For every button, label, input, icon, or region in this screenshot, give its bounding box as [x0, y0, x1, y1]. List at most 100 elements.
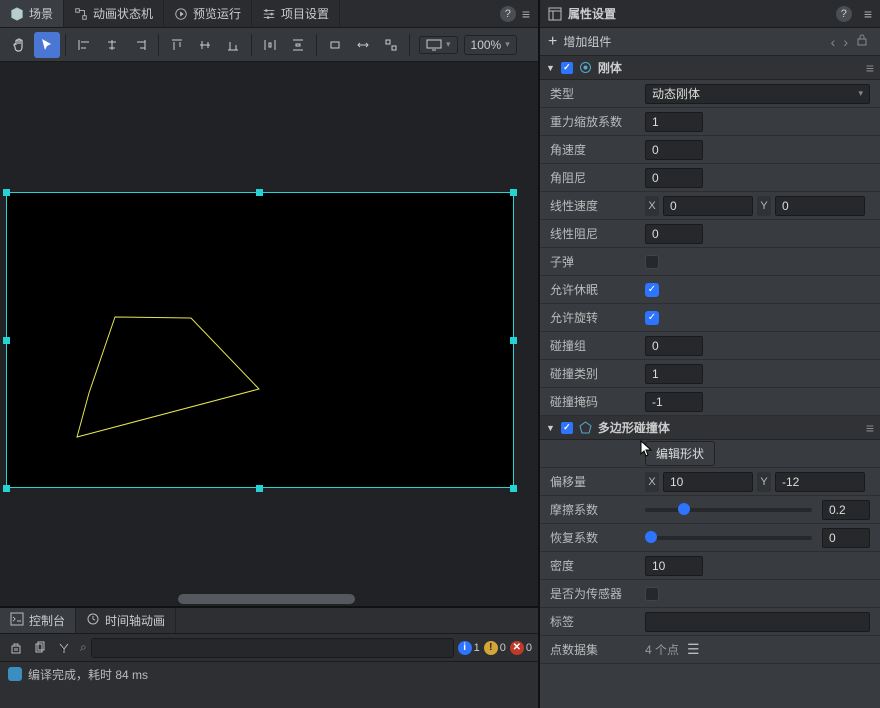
zoom-dropdown[interactable]: 100% ▾	[464, 35, 517, 55]
align-left[interactable]	[71, 32, 97, 58]
add-component-icon[interactable]: +	[548, 33, 557, 51]
handle-br[interactable]	[510, 485, 517, 492]
tab-scene[interactable]: 场景	[0, 0, 64, 27]
tab-console[interactable]: 控制台	[0, 608, 76, 633]
info-badge[interactable]: i1	[458, 641, 480, 655]
tag-label: 标签	[550, 613, 645, 630]
cat-input[interactable]	[645, 364, 703, 384]
console-copy[interactable]	[30, 638, 50, 658]
search-icon: ⌕	[80, 640, 87, 655]
handle-bc[interactable]	[256, 485, 263, 492]
section-rigidbody[interactable]: ▼ ✓ 刚体 ≡	[540, 56, 880, 80]
hand-tool[interactable]	[6, 32, 32, 58]
console-message: 编译完成，耗时 84 ms	[28, 666, 148, 683]
inspector-help[interactable]: ?	[836, 6, 852, 22]
sensor-checkbox[interactable]	[645, 587, 659, 601]
friction-slider[interactable]	[645, 508, 812, 512]
gravity-input[interactable]	[645, 112, 703, 132]
size-height[interactable]	[350, 32, 376, 58]
handle-mr[interactable]	[510, 337, 517, 344]
align-bottom[interactable]	[220, 32, 246, 58]
display-mode-dropdown[interactable]: ▾	[419, 36, 458, 54]
inspector-icon	[548, 7, 562, 21]
size-width[interactable]	[322, 32, 348, 58]
align-right[interactable]	[127, 32, 153, 58]
group-input[interactable]	[645, 336, 703, 356]
section-polycollider[interactable]: ▼ ✓ 多边形碰撞体 ≡	[540, 416, 880, 440]
list-icon[interactable]: ☰	[687, 641, 700, 658]
type-dropdown[interactable]: 动态刚体▾	[645, 84, 870, 104]
linvel-x-input[interactable]	[663, 196, 753, 216]
density-input[interactable]	[645, 556, 703, 576]
viewport-hscroll[interactable]	[178, 594, 356, 604]
angdamp-label: 角阻尼	[550, 169, 645, 186]
sleep-checkbox[interactable]: ✓	[645, 283, 659, 297]
tab-preview[interactable]: 预览运行	[164, 0, 252, 27]
menu-icon[interactable]: ≡	[522, 6, 530, 22]
offset-y-input[interactable]	[775, 472, 865, 492]
tag-input[interactable]	[645, 612, 870, 632]
add-component-label[interactable]: 增加组件	[563, 33, 611, 50]
polycollider-title: 多边形碰撞体	[598, 419, 670, 436]
error-badge[interactable]: ✕0	[510, 641, 532, 655]
history-back[interactable]: ‹	[827, 34, 840, 50]
rest-input[interactable]	[822, 528, 870, 548]
inspector-menu[interactable]: ≡	[864, 6, 872, 22]
bullet-checkbox[interactable]	[645, 255, 659, 269]
lindamp-input[interactable]	[645, 224, 703, 244]
mask-label: 碰撞掩码	[550, 393, 645, 410]
rest-slider[interactable]	[645, 536, 812, 540]
collapse-icon[interactable]: ▼	[546, 63, 555, 73]
offset-label: 偏移量	[550, 473, 645, 490]
console-filter[interactable]	[54, 638, 74, 658]
help-icon[interactable]: ?	[500, 6, 516, 22]
section-menu[interactable]: ≡	[866, 60, 874, 76]
console-clear[interactable]	[6, 638, 26, 658]
offset-x-input[interactable]	[663, 472, 753, 492]
dist-h[interactable]	[257, 32, 283, 58]
console-output: 编译完成，耗时 84 ms	[0, 662, 538, 708]
sliders-icon	[262, 7, 276, 21]
section-menu[interactable]: ≡	[866, 420, 874, 436]
bottom-panel: 控制台 时间轴动画 ⌕ i1 !0 ✕0 编译完成，耗时 84 ms	[0, 606, 538, 708]
tab-scene-label: 场景	[29, 5, 53, 22]
history-fwd[interactable]: ›	[839, 34, 852, 50]
lock-icon[interactable]	[852, 33, 872, 50]
select-tool[interactable]	[34, 32, 60, 58]
scene-viewport[interactable]	[0, 62, 538, 606]
handle-tr[interactable]	[510, 189, 517, 196]
enable-checkbox[interactable]: ✓	[561, 62, 573, 74]
clock-icon	[86, 612, 100, 629]
sensor-label: 是否为传感器	[550, 585, 645, 602]
message-icon	[8, 667, 22, 681]
monitor-icon	[426, 39, 442, 51]
enable-checkbox[interactable]: ✓	[561, 422, 573, 434]
size-both[interactable]	[378, 32, 404, 58]
edit-shape-button[interactable]: 编辑形状	[645, 441, 715, 466]
handle-tl[interactable]	[3, 189, 10, 196]
friction-input[interactable]	[822, 500, 870, 520]
tab-anim-label: 动画状态机	[93, 5, 153, 22]
warn-badge[interactable]: !0	[484, 641, 506, 655]
tab-anim[interactable]: 动画状态机	[64, 0, 164, 27]
linvel-y-input[interactable]	[775, 196, 865, 216]
tab-settings-label: 项目设置	[281, 5, 329, 22]
collapse-icon[interactable]: ▼	[546, 423, 555, 433]
align-top[interactable]	[164, 32, 190, 58]
group-label: 碰撞组	[550, 337, 645, 354]
tab-settings[interactable]: 项目设置	[252, 0, 340, 27]
align-vcenter[interactable]	[192, 32, 218, 58]
mask-input[interactable]	[645, 392, 703, 412]
rotate-checkbox[interactable]: ✓	[645, 311, 659, 325]
angvel-input[interactable]	[645, 140, 703, 160]
dist-v[interactable]	[285, 32, 311, 58]
canvas-selection[interactable]	[6, 192, 514, 488]
handle-bl[interactable]	[3, 485, 10, 492]
console-icon	[10, 612, 24, 629]
handle-ml[interactable]	[3, 337, 10, 344]
angdamp-input[interactable]	[645, 168, 703, 188]
tab-timeline[interactable]: 时间轴动画	[76, 608, 176, 633]
align-hcenter[interactable]	[99, 32, 125, 58]
handle-tc[interactable]	[256, 189, 263, 196]
console-search[interactable]	[91, 638, 454, 658]
